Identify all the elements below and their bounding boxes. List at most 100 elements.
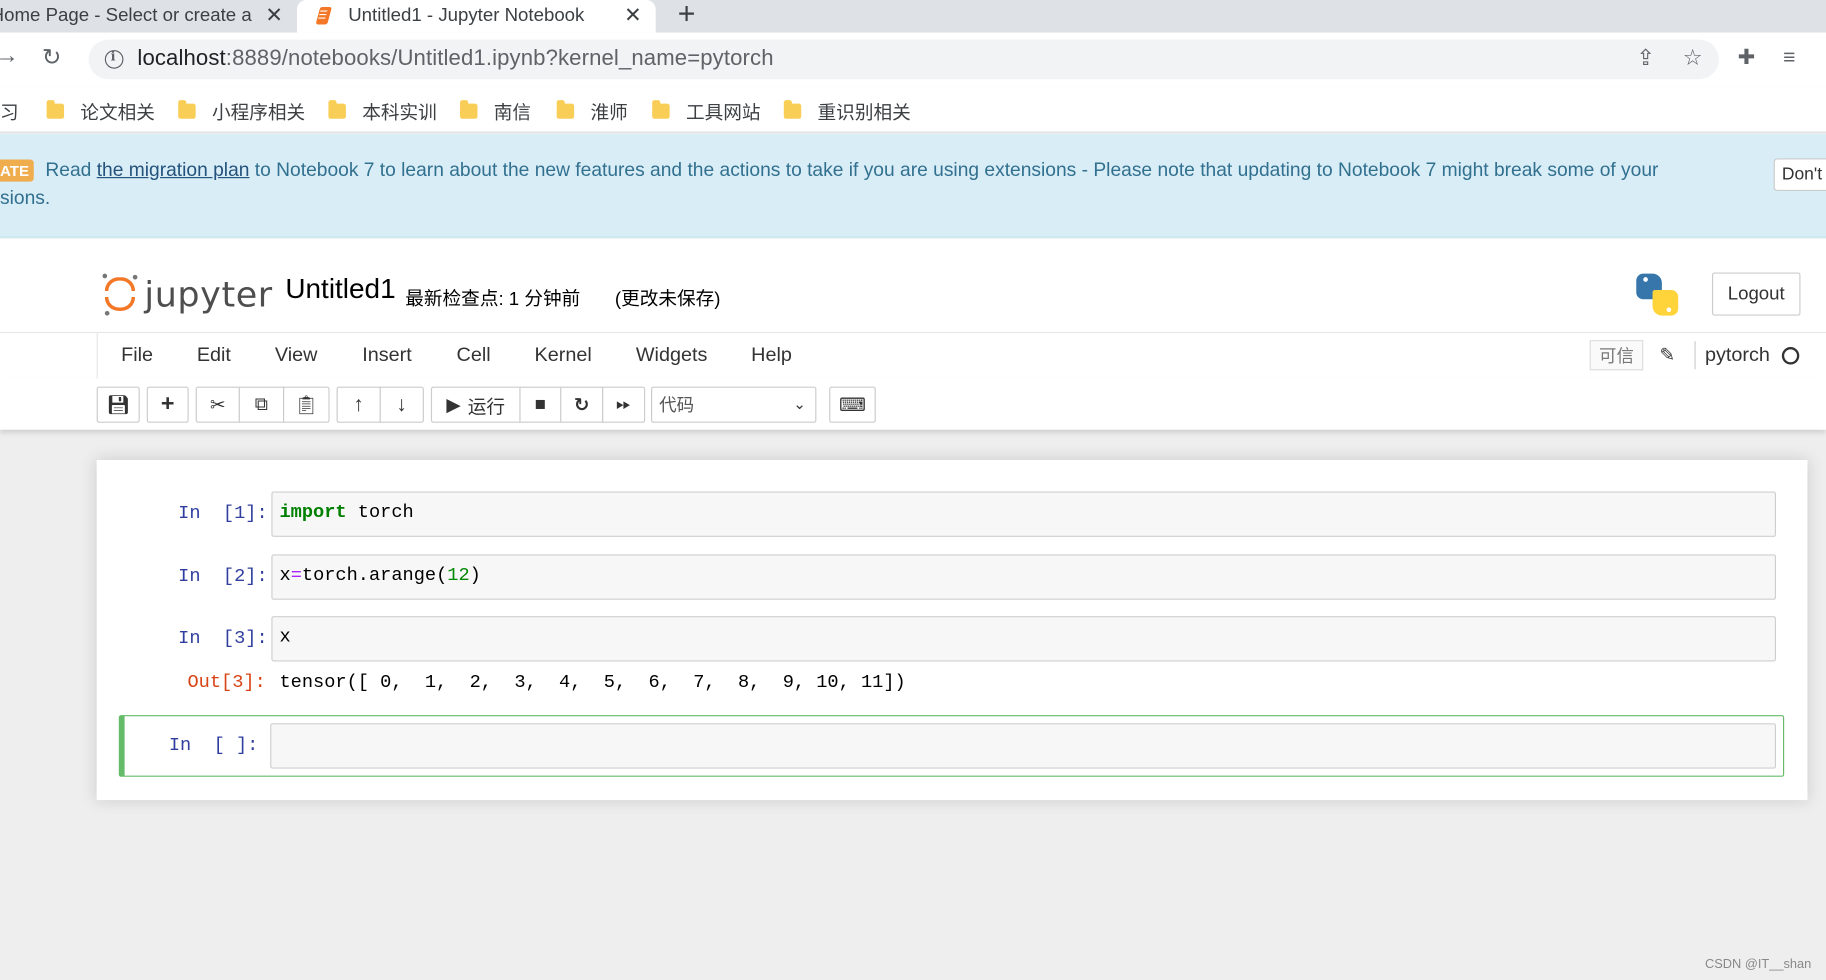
interrupt-button[interactable]: ■: [519, 386, 562, 423]
cell-type-select[interactable]: 代码 ⌄: [651, 386, 817, 423]
paste-button[interactable]: 📋︎: [282, 386, 330, 423]
bookmarks-bar: 习 论文相关 小程序相关 本科实训 南信 淮师 工具网站 重识别相关: [0, 86, 1826, 133]
code-cell-input[interactable]: import torch: [271, 491, 1777, 537]
restart-kernel-button[interactable]: ↻: [560, 386, 604, 423]
input-prompt: In [ ]:: [168, 734, 259, 756]
tab-untitled1[interactable]: Untitled1 - Jupyter Notebook ✕: [296, 0, 656, 33]
code-cell-input[interactable]: x=torch.arange(12): [271, 554, 1777, 600]
menu-file[interactable]: File: [121, 344, 153, 367]
watermark: CSDN @IT__shan: [1704, 957, 1812, 972]
screen: Home Page - Select or create a ✕ Untitle…: [0, 0, 1826, 980]
url-text[interactable]: localhost:8889/notebooks/Untitled1.ipynb…: [137, 47, 773, 73]
output-prompt: Out[3]:: [187, 671, 266, 693]
stop-icon: ■: [534, 394, 546, 415]
plus-icon: +: [160, 391, 175, 417]
tab-title: Untitled1 - Jupyter Notebook: [348, 5, 585, 26]
bookmark-folder[interactable]: 南信: [460, 97, 531, 125]
reload-icon[interactable]: ↻: [42, 43, 62, 72]
bookmark-folder[interactable]: 小程序相关: [178, 97, 305, 125]
jupyter-logo[interactable]: jupyter: [102, 273, 273, 316]
insert-cell-button[interactable]: +: [146, 386, 189, 423]
separator: [1694, 341, 1696, 370]
move-up-button[interactable]: ↑: [336, 386, 381, 423]
bookmark-folder[interactable]: 工具网站: [652, 97, 761, 125]
extensions-puzzle-icon[interactable]: ✚: [1738, 45, 1756, 69]
folder-icon: [652, 99, 670, 119]
jupyter-logo-icon: [102, 273, 139, 316]
jupyter-logo-text: jupyter: [144, 274, 273, 316]
share-icon[interactable]: ⇪: [1636, 45, 1655, 72]
browser-tab-strip: Home Page - Select or create a ✕ Untitle…: [0, 0, 1826, 33]
tab-title: Home Page - Select or create a: [0, 5, 252, 26]
menu-insert[interactable]: Insert: [362, 344, 412, 367]
cut-button[interactable]: ✂: [195, 386, 240, 423]
input-prompt: In [2]:: [178, 565, 268, 587]
keyboard-icon: ⌨: [839, 395, 866, 416]
kernel-name[interactable]: pytorch: [1705, 344, 1770, 367]
selected-code-cell[interactable]: In [ ]:: [118, 715, 1785, 777]
forward-arrow-icon[interactable]: →: [0, 43, 19, 70]
folder-icon: [178, 99, 196, 119]
logout-button[interactable]: Logout: [1711, 272, 1801, 316]
code-cell-input[interactable]: x: [271, 616, 1777, 662]
migration-plan-link[interactable]: the migration plan: [97, 160, 250, 181]
menu-edit[interactable]: Edit: [197, 344, 231, 367]
python-kernel-icon: [1636, 273, 1679, 316]
menu-cell[interactable]: Cell: [457, 344, 491, 367]
chevron-down-icon: ⌄: [793, 394, 806, 413]
edit-mode-pencil-icon: ✎: [1659, 345, 1676, 366]
autosave-status: (更改未保存): [614, 289, 721, 310]
trusted-indicator[interactable]: 可信: [1589, 340, 1644, 371]
site-info-icon[interactable]: [104, 49, 124, 69]
folder-icon: [328, 99, 346, 119]
play-icon: ▶: [446, 395, 461, 416]
run-button[interactable]: ▶ 运行: [430, 386, 521, 423]
notice-text: Read the migration plan to Notebook 7 to…: [45, 159, 1659, 181]
paste-icon: 📋︎: [294, 395, 319, 416]
fast-forward-icon: ⏩︎: [616, 394, 632, 415]
notice-text-cont: sions.: [0, 187, 51, 209]
kernel-idle-indicator-icon: [1781, 347, 1800, 365]
cell-type-value: 代码: [659, 395, 695, 416]
input-prompt: In [1]:: [178, 503, 268, 525]
copy-icon: ⧉: [254, 394, 269, 415]
browser-toolbar: → ↻ localhost:8889/notebooks/Untitled1.i…: [0, 32, 1826, 87]
bookmark-folder[interactable]: 论文相关: [46, 97, 155, 125]
checkpoint-status: 最新检查点: 1 分钟前: [405, 289, 581, 310]
scissors-icon: ✂: [209, 395, 226, 416]
code-cell-input[interactable]: [270, 723, 1777, 769]
folder-icon: [556, 99, 575, 119]
bookmark-star-icon[interactable]: ☆: [1683, 45, 1703, 72]
notebook-toolbar: 💾︎ + ✂ ⧉ 📋︎ ↑ ↓ ▶ 运行 ■ ↻ ⏩︎ 代码 ⌄ ⌨: [0, 378, 1826, 430]
notebook-title[interactable]: Untitled1: [285, 274, 395, 307]
copy-button[interactable]: ⧉: [238, 386, 285, 423]
arrow-down-icon: ↓: [396, 392, 408, 416]
cell-output: tensor([ 0, 1, 2, 3, 4, 5, 6, 7, 8, 9, 1…: [279, 671, 906, 693]
bookmark-folder[interactable]: 重识别相关: [783, 97, 911, 125]
notebook-container: In [1]: import torch In [2]: x=torch.ara…: [96, 460, 1808, 801]
menubar: File Edit View Insert Cell Kernel Widget…: [0, 331, 1826, 380]
close-icon[interactable]: ✕: [624, 3, 642, 27]
menu-view[interactable]: View: [275, 344, 318, 367]
menu-help[interactable]: Help: [751, 344, 792, 367]
address-bar[interactable]: localhost:8889/notebooks/Untitled1.ipynb…: [88, 39, 1719, 80]
move-down-button[interactable]: ↓: [379, 386, 424, 423]
close-icon[interactable]: ✕: [265, 3, 283, 27]
bookmark-folder[interactable]: 本科实训: [328, 97, 437, 125]
bookmark-folder[interactable]: 淮师: [556, 97, 628, 125]
restart-run-all-button[interactable]: ⏩︎: [602, 386, 646, 423]
bookmark-item[interactable]: 习: [0, 97, 19, 125]
menu-kernel[interactable]: Kernel: [535, 344, 592, 367]
jupyter-header: jupyter Untitled1 最新检查点: 1 分钟前 (更改未保存) L…: [0, 238, 1826, 332]
command-palette-button[interactable]: ⌨: [829, 386, 876, 423]
input-prompt: In [3]:: [178, 627, 268, 649]
reading-list-icon[interactable]: ≡: [1783, 45, 1795, 69]
save-button[interactable]: 💾︎: [96, 386, 140, 423]
dont-show-button[interactable]: Don't show anymore: [1773, 158, 1826, 191]
run-label: 运行: [467, 397, 506, 418]
arrow-up-icon: ↑: [353, 392, 364, 416]
menu-widgets[interactable]: Widgets: [636, 344, 708, 367]
new-tab-button[interactable]: +: [678, 0, 696, 31]
tab-home-page[interactable]: Home Page - Select or create a ✕: [0, 0, 285, 33]
migration-notice: ATE Read the migration plan to Notebook …: [0, 133, 1826, 238]
